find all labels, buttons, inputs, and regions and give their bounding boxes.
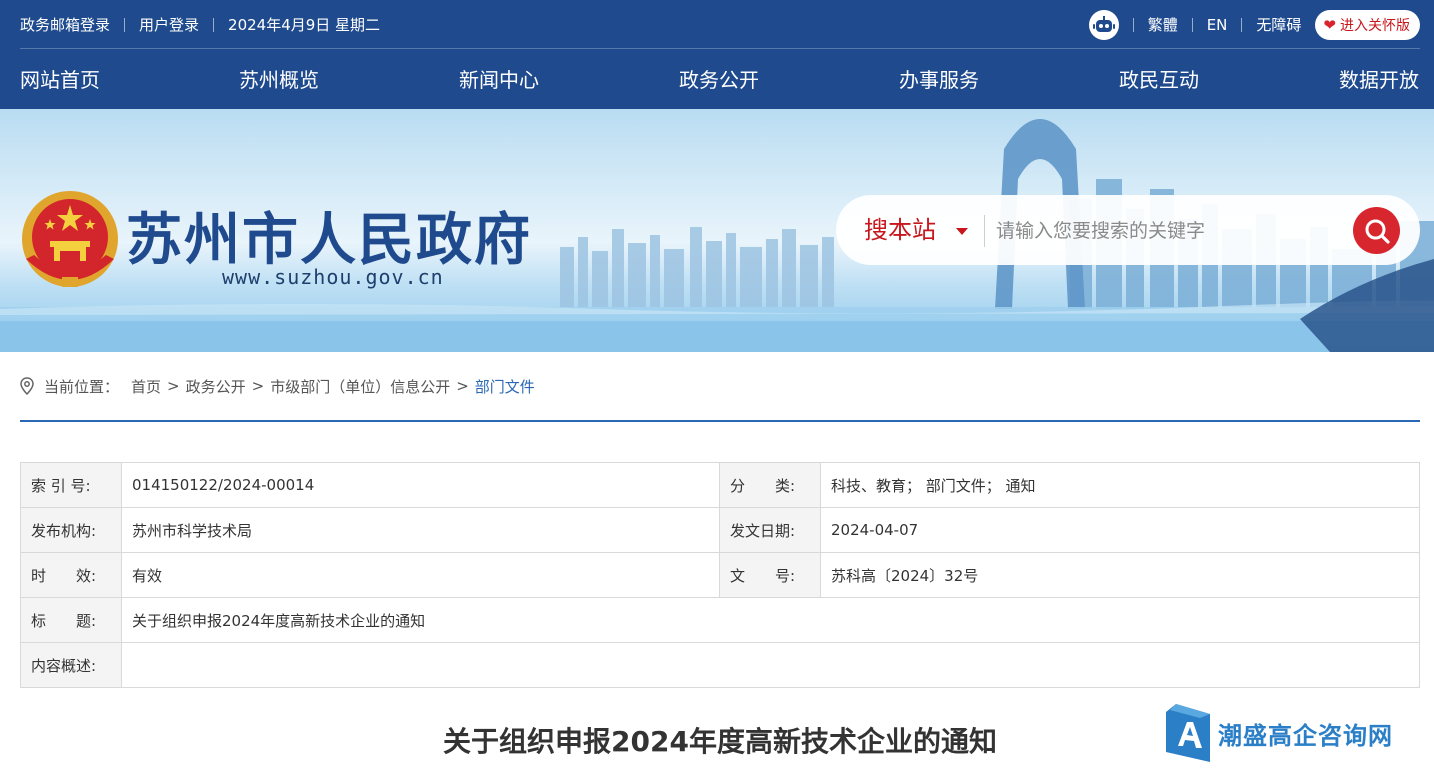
nav-item-news-center[interactable]: 新闻中心 [459,49,539,109]
site-url: www.suzhou.gov.cn [222,265,444,289]
english-link[interactable]: EN [1207,16,1228,34]
top-bar: 政务邮箱登录 用户登录 2024年4月9日 星期二 繁體 EN 无障碍 ❤ 进入… [0,0,1434,49]
search-box: 搜本站 [836,195,1420,265]
watermark: 潮盛高企咨询网 [1166,704,1393,762]
breadcrumb-separator: > [251,377,265,395]
care-mode-label: 进入关怀版 [1340,17,1410,34]
divider [1191,17,1193,32]
divider [1132,17,1134,32]
document-number-label: 文 号: [719,552,821,598]
site-title: 苏州市人民政府 [126,207,532,273]
breadcrumb-item-home[interactable]: 首页 [131,376,161,397]
accessibility-link[interactable]: 无障碍 [1256,14,1301,35]
document-info-table: 索 引 号: 014150122/2024-00014 分 类: 科技、教育； … [20,462,1420,688]
divider [1241,17,1243,32]
divider [213,17,215,32]
traditional-chinese-link[interactable]: 繁體 [1148,14,1178,35]
breadcrumb-underline [20,420,1420,422]
title-value: 关于组织申报2024年度高新技术企业的通知 [121,597,1420,643]
robot-assistant-icon[interactable] [1088,9,1119,40]
table-row: 时 效: 有效 文 号: 苏科高〔2024〕32号 [20,552,1420,598]
watermark-text: 潮盛高企咨询网 [1218,720,1393,750]
location-pin-icon [20,377,34,395]
breadcrumb-separator: > [167,377,180,395]
validity-value: 有效 [121,552,720,598]
current-date: 2024年4月9日 星期二 [228,16,381,34]
national-emblem-logo [22,191,118,287]
header-banner: 苏州市人民政府 www.suzhou.gov.cn 搜本站 [0,109,1434,352]
document-number-value: 苏科高〔2024〕32号 [820,552,1420,598]
table-row: 索 引 号: 014150122/2024-00014 分 类: 科技、教育； … [20,462,1420,508]
nav-item-services[interactable]: 办事服务 [899,49,979,109]
breadcrumb: 当前位置： 首页 > 政务公开 > 市级部门（单位）信息公开 > 部门文件 [20,374,535,398]
divider [124,17,126,32]
search-icon [1365,219,1390,244]
heart-icon: ❤ [1323,15,1336,34]
table-row: 内容概述: [20,642,1420,688]
search-divider [984,215,985,247]
care-mode-button[interactable]: ❤ 进入关怀版 [1315,9,1420,40]
top-bar-left: 政务邮箱登录 用户登录 2024年4月9日 星期二 [20,0,380,49]
nav-item-interaction[interactable]: 政民互动 [1119,49,1199,109]
chevron-down-icon[interactable] [956,228,968,235]
main-nav: 网站首页 苏州概览 新闻中心 政务公开 办事服务 政民互动 数据开放 [0,49,1434,109]
breadcrumb-item-government-affairs[interactable]: 政务公开 [186,376,246,397]
search-input[interactable] [996,213,1336,249]
table-row: 标 题: 关于组织申报2024年度高新技术企业的通知 [20,597,1420,643]
category-value: 科技、教育； 部门文件； 通知 [820,462,1420,508]
index-label: 索 引 号: [20,462,122,508]
watermark-logo-icon [1166,704,1210,762]
nav-item-home[interactable]: 网站首页 [20,49,100,109]
nav-item-open-data[interactable]: 数据开放 [1339,49,1419,109]
category-label: 分 类: [719,462,821,508]
issue-date-value: 2024-04-07 [820,507,1420,553]
nav-item-suzhou-overview[interactable]: 苏州概览 [239,49,319,109]
nav-item-government-affairs[interactable]: 政务公开 [679,49,759,109]
user-login-link[interactable]: 用户登录 [139,14,199,35]
breadcrumb-item-department-documents[interactable]: 部门文件 [475,376,535,397]
title-label: 标 题: [20,597,122,643]
search-scope-dropdown[interactable]: 搜本站 [864,195,936,265]
breadcrumb-separator: > [456,377,469,395]
breadcrumb-item-department-info[interactable]: 市级部门（单位）信息公开 [270,376,450,397]
table-row: 发布机构: 苏州市科学技术局 发文日期: 2024-04-07 [20,507,1420,553]
publisher-label: 发布机构: [20,507,122,553]
index-value: 014150122/2024-00014 [121,462,720,508]
top-bar-right: 繁體 EN 无障碍 ❤ 进入关怀版 [1088,0,1420,49]
summary-label: 内容概述: [20,642,122,688]
summary-value [121,642,1420,688]
validity-label: 时 效: [20,552,122,598]
breadcrumb-label: 当前位置： [44,377,120,396]
search-button[interactable] [1353,207,1400,254]
publisher-value: 苏州市科学技术局 [121,507,720,553]
issue-date-label: 发文日期: [719,507,821,553]
mail-login-link[interactable]: 政务邮箱登录 [20,14,110,35]
